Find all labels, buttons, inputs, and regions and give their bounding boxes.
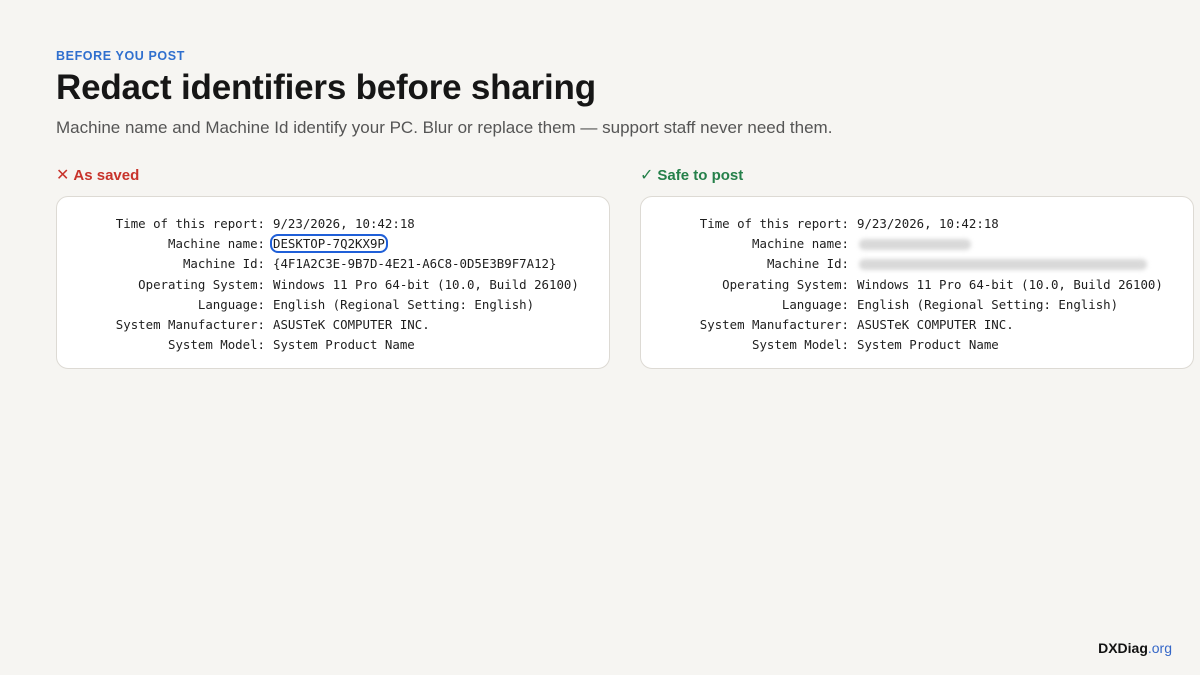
report-value: English (Regional Setting: English) [857,296,1119,312]
report-row-model: System Model: System Product Name [641,335,1163,355]
as-saved-report-card: Time of this report: 9/23/2026, 10:42:18… [56,196,610,369]
x-icon: ✕ [56,166,70,184]
report-key: Machine Id: [766,256,849,272]
report-row-machine-name: Machine name: [641,234,1163,254]
report-value: Windows 11 Pro 64-bit (10.0, Build 26100… [273,276,579,292]
report-value: 9/23/2026, 10:42:18 [273,216,415,231]
report-value [857,254,1147,274]
report-row-os: Operating System: Windows 11 Pro 64-bit … [641,275,1163,295]
eyebrow-label: BEFORE YOU POST [56,49,185,63]
report-row-model: System Model: System Product Name [57,335,579,355]
page-title: Redact identifiers before sharing [56,68,596,107]
report-key: System Model: [752,337,849,353]
brand-name: DXDiag [1098,640,1148,656]
report-row-manufacturer: System Manufacturer: ASUSTeK COMPUTER IN… [641,315,1163,335]
safe-to-post-report: Time of this report: 9/23/2026, 10:42:18… [641,214,1163,355]
report-row-manufacturer: System Manufacturer: ASUSTeK COMPUTER IN… [57,315,579,335]
report-key: System Manufacturer: [699,316,849,332]
report-value: System Product Name [273,337,415,353]
brand-logo: DXDiag.org [1098,640,1172,656]
report-value: Windows 11 Pro 64-bit (10.0, Build 26100… [857,276,1163,292]
report-key: Time of this report: [699,216,849,231]
report-key: Language: [197,296,265,312]
report-row-machine-name: Machine name: DESKTOP-7Q2KX9P [57,234,579,254]
report-row-time: Time of this report: 9/23/2026, 10:42:18 [57,214,579,234]
report-row-os: Operating System: Windows 11 Pro 64-bit … [57,275,579,295]
report-row-machine-id: Machine Id: [641,254,1163,274]
report-key: Machine Id: [182,256,265,272]
report-row-machine-id: Machine Id: {4F1A2C3E-9B7D-4E21-A6C8-0D5… [57,254,579,274]
safe-to-post-report-card: Time of this report: 9/23/2026, 10:42:18… [640,196,1194,369]
report-key: Language: [781,296,849,312]
report-key: Operating System: [722,276,849,292]
report-value: English (Regional Setting: English) [273,296,535,312]
report-key: Operating System: [138,276,265,292]
report-value: 9/23/2026, 10:42:18 [857,216,999,231]
safe-to-post-label: Safe to post [657,167,744,184]
report-value: DESKTOP-7Q2KX9P [270,234,388,254]
report-value [857,234,971,254]
report-key: Machine name: [752,236,849,252]
report-key: System Model: [168,337,265,353]
report-value: System Product Name [857,337,999,353]
brand-tld: .org [1147,640,1172,656]
report-key: Time of this report: [115,216,265,231]
report-key: System Manufacturer: [115,316,265,332]
check-icon: ✓ [640,166,654,184]
report-row-time: Time of this report: 9/23/2026, 10:42:18 [641,214,1163,234]
report-row-language: Language: English (Regional Setting: Eng… [641,295,1163,315]
machine-name-highlight: DESKTOP-7Q2KX9P [270,234,388,254]
as-saved-label: As saved [73,167,140,184]
page-subtitle: Machine name and Machine Id identify you… [56,118,833,137]
as-saved-heading: ✕ As saved [56,167,139,184]
as-saved-report: Time of this report: 9/23/2026, 10:42:18… [57,214,579,355]
safe-to-post-heading: ✓ Safe to post [640,167,743,184]
redacted-machine-id [859,259,1147,271]
report-key: Machine name: [168,236,265,252]
redacted-machine-name [859,239,971,251]
report-value: {4F1A2C3E-9B7D-4E21-A6C8-0D5E3B9F7A12} [273,256,557,272]
report-row-language: Language: English (Regional Setting: Eng… [57,295,579,315]
report-value: ASUSTeK COMPUTER INC. [857,316,1014,332]
report-value: ASUSTeK COMPUTER INC. [273,316,430,332]
